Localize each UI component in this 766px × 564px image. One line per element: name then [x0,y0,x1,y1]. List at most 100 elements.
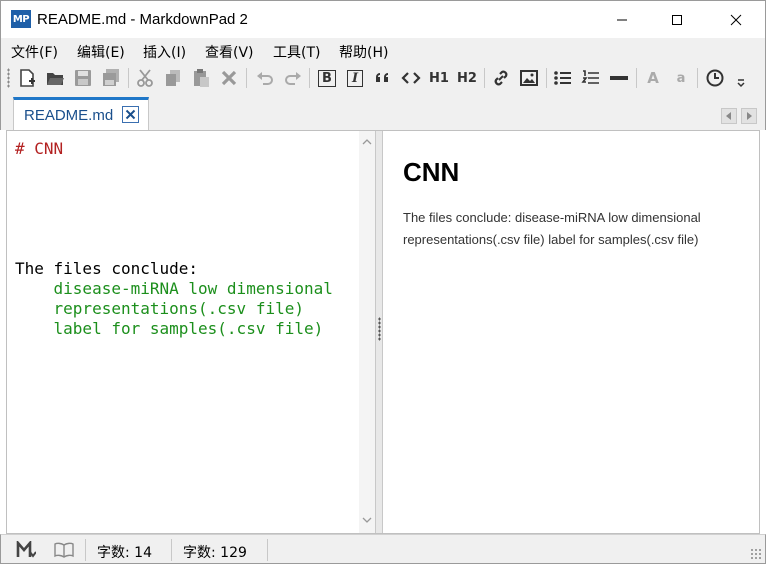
copy-icon [166,70,180,86]
bullet-list-button[interactable] [551,67,575,89]
code-brackets-icon [401,72,421,84]
document-tab-strip: README.md [0,94,766,131]
delete-x-icon [221,70,237,86]
resize-grip[interactable] [750,548,762,560]
redo-icon [285,72,301,85]
markdown-mode-button[interactable] [15,540,37,560]
toolbar-separator [246,68,247,88]
redo-button[interactable] [281,67,305,89]
italic-icon: I [346,69,364,87]
title-bar: MP README.md - MarkdownPad 2 [0,0,766,38]
lowercase-button[interactable]: a [669,67,693,89]
maximize-button[interactable] [654,1,700,39]
copy-button[interactable] [161,67,185,89]
cut-button[interactable] [133,67,157,89]
heading1-button[interactable]: H1 [427,67,451,89]
tab-scroll-left-button[interactable] [721,108,737,124]
close-icon [730,14,742,26]
save-icon [75,70,91,86]
menu-view[interactable]: 查看(V) [205,42,254,62]
new-document-button[interactable] [15,67,39,89]
paste-button[interactable] [189,67,213,89]
toolbar-separator [546,68,547,88]
horizontal-rule-button[interactable] [607,67,631,89]
editor-line: representations(.csv file) [15,299,304,318]
status-separator [267,539,268,561]
chevron-down-icon [362,517,372,523]
tab-label: README.md [24,107,114,124]
close-tab-button[interactable] [122,106,139,123]
status-bar: 字数: 14 字数: 129 [0,534,766,564]
toolbar-grip[interactable] [7,68,10,88]
editor-line: disease-miRNA low dimensional [15,279,333,298]
status-separator [171,539,172,561]
uppercase-button[interactable]: A [641,67,665,89]
minimize-button[interactable] [599,1,645,39]
toolbar-overflow-button[interactable] [733,67,749,89]
toolbar-separator [128,68,129,88]
close-window-button[interactable] [713,1,759,39]
tab-scroll-right-button[interactable] [741,108,757,124]
pane-splitter[interactable] [375,131,383,533]
splitter-grip[interactable] [378,317,381,341]
preview-heading: CNN [403,157,460,187]
save-button[interactable] [71,67,95,89]
insert-link-button[interactable] [489,67,513,89]
heading1-icon: H1 [429,70,449,86]
menu-edit[interactable]: 编辑(E) [77,42,125,62]
markdown-icon [16,541,36,558]
scissors-icon [137,69,153,87]
toolbar-separator [636,68,637,88]
editor-vertical-scrollbar[interactable] [359,131,375,533]
scroll-up-button[interactable] [362,137,372,147]
heading2-button[interactable]: H2 [455,67,479,89]
save-all-button[interactable] [99,67,123,89]
insert-timestamp-button[interactable] [703,67,727,89]
undo-icon [257,72,273,85]
toolbar-separator [697,68,698,88]
chevron-left-icon [726,112,731,120]
menu-tools[interactable]: 工具(T) [273,42,320,62]
editor-line-heading: # CNN [15,139,64,158]
editor-line: label for samples(.csv file) [15,319,324,338]
clock-icon [706,69,724,87]
close-icon [125,109,136,120]
toolbar: B I H1 H2 A a [0,62,766,94]
menu-file[interactable]: 文件(F) [11,42,58,62]
horizontal-rule-icon [610,76,628,80]
status-separator [85,539,86,561]
preview-paragraph: The files conclude: disease-miRNA low di… [403,210,701,247]
editor-line: The files conclude: [15,259,199,278]
undo-button[interactable] [253,67,277,89]
italic-button[interactable]: I [343,67,367,89]
blockquote-button[interactable] [371,67,395,89]
menu-insert[interactable]: 插入(I) [143,42,186,62]
bullet-list-icon [554,71,571,85]
chevron-down-icon [737,79,745,88]
heading2-icon: H2 [457,70,477,86]
editor-frame: # CNN The files conclude: disease-miRNA … [6,130,760,534]
open-button[interactable] [43,67,67,89]
markdown-editor[interactable]: # CNN The files conclude: disease-miRNA … [7,131,359,533]
bold-icon: B [318,69,336,87]
preview-mode-button[interactable] [53,540,75,560]
chevron-up-icon [362,139,372,145]
paste-icon [194,69,209,87]
delete-button[interactable] [217,67,241,89]
insert-image-button[interactable] [517,67,541,89]
bold-button[interactable]: B [315,67,339,89]
menu-bar: 文件(F) 编辑(E) 插入(I) 查看(V) 工具(T) 帮助(H) [0,38,766,62]
markdown-preview: CNN The files conclude: disease-miRNA lo… [383,131,759,533]
link-icon [494,70,508,86]
toolbar-separator [484,68,485,88]
maximize-icon [672,15,682,25]
numbered-list-button[interactable] [579,67,603,89]
tab-readme[interactable]: README.md [13,97,149,131]
save-all-icon [103,69,119,86]
code-button[interactable] [399,67,423,89]
chevron-right-icon [747,112,752,120]
char-count: 字数: 129 [183,545,247,561]
scroll-down-button[interactable] [362,515,372,525]
window-title: README.md - MarkdownPad 2 [37,11,248,28]
menu-help[interactable]: 帮助(H) [339,42,388,62]
